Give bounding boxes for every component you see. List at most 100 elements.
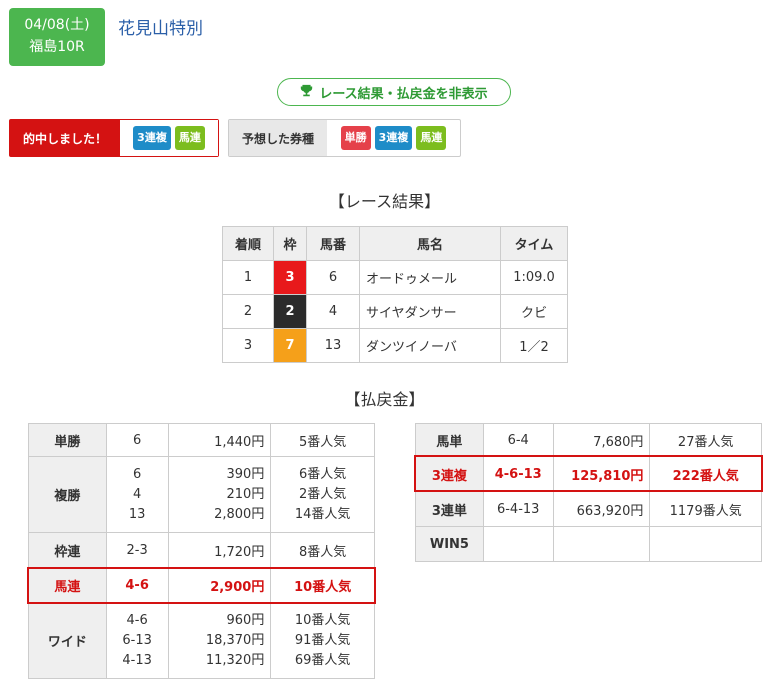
payout-row-win5: WIN5 xyxy=(415,526,762,562)
payout-combo: 4 xyxy=(133,486,142,502)
payout-combo: 6 xyxy=(133,466,142,482)
waku-badge: 3 xyxy=(273,260,307,295)
payout-row-umatan: 馬単 6-4 7,680円 27番人気 xyxy=(415,423,762,457)
bet-type-label: ワイド xyxy=(28,602,107,679)
payout-amount: 2,800円 xyxy=(214,506,265,522)
horse-name: サイヤダンサー xyxy=(359,294,501,329)
hit-summary: 的中しました！ 3連複 馬連 xyxy=(9,119,219,157)
result-header-waku: 枠 xyxy=(273,226,307,261)
payout-heading: 【払戻金】 xyxy=(344,390,425,409)
payout-popularity: 222番人気 xyxy=(649,456,762,492)
waku-badge: 7 xyxy=(273,328,307,363)
result-position: 1 xyxy=(222,260,274,295)
predicted-tag-tansho: 単勝 xyxy=(340,126,371,150)
race-time: クビ xyxy=(500,294,568,329)
bet-type-label: 枠連 xyxy=(28,532,107,568)
payout-amount: 1,720円 xyxy=(167,532,272,568)
payout-row-wide: ワイド 4-6 6-13 4-13 960円 18,370円 11,320円 1… xyxy=(28,602,375,679)
race-result-heading: 【レース結果】 xyxy=(328,192,441,211)
payout-combo: 13 xyxy=(128,506,146,522)
result-position: 3 xyxy=(222,328,274,363)
payout-amount: 663,920円 xyxy=(552,491,651,527)
payout-combo: 4-13 xyxy=(122,652,152,668)
payout-combo: 6-13 xyxy=(122,632,152,648)
hide-results-toggle-button[interactable]: レース結果・払戻金を非表示 xyxy=(277,78,511,106)
payout-amount: 1,440円 xyxy=(167,423,272,457)
payout-combo: 6-4 xyxy=(482,423,554,457)
race-time: 1／2 xyxy=(500,328,568,363)
bet-type-label: 複勝 xyxy=(28,456,107,533)
payout-popularity: 14番人気 xyxy=(294,506,351,522)
payout-popularity: 69番人気 xyxy=(294,652,351,668)
payout-popularity: 5番人気 xyxy=(270,423,375,457)
predicted-tag-umaren: 馬連 xyxy=(416,126,447,150)
table-row: 1 3 6 オードゥメール 1:09.0 xyxy=(222,260,568,295)
bet-type-label: 馬単 xyxy=(415,423,484,457)
predicted-label: 予想した券種 xyxy=(229,120,327,156)
payout-row-tansho: 単勝 6 1,440円 5番人気 xyxy=(28,423,375,457)
horse-number: 13 xyxy=(306,328,360,363)
payout-popularity: 10番人気 xyxy=(294,612,351,628)
race-date: 04/08(土) xyxy=(24,17,90,33)
payout-popularity: 1179番人気 xyxy=(649,491,762,527)
hit-tag-sanrenpuku: 3連複 xyxy=(133,126,171,150)
payout-amount: 960円 xyxy=(226,612,265,628)
payout-popularity: 2番人気 xyxy=(299,486,347,502)
payout-row-umaren: 馬連 4-6 2,900円 10番人気 xyxy=(28,567,375,603)
horse-number: 6 xyxy=(306,260,360,295)
payout-popularity: 6番人気 xyxy=(299,466,347,482)
race-venue-number: 福島10R xyxy=(29,39,85,55)
payout-amount: 210円 xyxy=(226,486,265,502)
payout-popularity xyxy=(649,526,762,562)
payout-combo: 6-4-13 xyxy=(482,491,554,527)
hit-tag-umaren: 馬連 xyxy=(174,126,205,150)
result-header-number: 馬番 xyxy=(306,226,360,261)
payout-table-right: 馬単 6-4 7,680円 27番人気 3連複 4-6-13 125,810円 … xyxy=(415,423,762,562)
bet-type-label: 単勝 xyxy=(28,423,107,457)
payout-amount: 2,900円 xyxy=(167,567,272,603)
race-name: 花見山特別 xyxy=(118,19,203,39)
result-position: 2 xyxy=(222,294,274,329)
payout-row-sanrentan: 3連単 6-4-13 663,920円 1179番人気 xyxy=(415,491,762,527)
payout-row-fukusho: 複勝 6 4 13 390円 210円 2,800円 6番人気 2番人気 14番… xyxy=(28,456,375,533)
predicted-tag-sanrenpuku: 3連複 xyxy=(374,126,413,150)
payout-combo xyxy=(482,526,554,562)
result-header-horse-name: 馬名 xyxy=(359,226,501,261)
payout-row-wakuren: 枠連 2-3 1,720円 8番人気 xyxy=(28,532,375,568)
payout-popularity: 27番人気 xyxy=(649,423,762,457)
payout-combo: 4-6 xyxy=(126,612,148,628)
payout-amount: 18,370円 xyxy=(205,632,265,648)
payout-popularity: 8番人気 xyxy=(270,532,375,568)
horse-name: ダンツイノーバ xyxy=(359,328,501,363)
hit-label: 的中しました！ xyxy=(10,120,120,156)
payout-amount: 11,320円 xyxy=(205,652,265,668)
payout-amount: 7,680円 xyxy=(552,423,651,457)
table-row: 2 2 4 サイヤダンサー クビ xyxy=(222,294,568,329)
payout-popularity: 10番人気 xyxy=(270,567,375,603)
payout-table-left: 単勝 6 1,440円 5番人気 複勝 6 4 13 390円 210円 2,8… xyxy=(28,423,375,679)
payout-amount: 390円 xyxy=(226,466,265,482)
trophy-icon xyxy=(300,84,313,101)
payout-combo: 2-3 xyxy=(105,532,169,568)
table-row: 3 7 13 ダンツイノーバ 1／2 xyxy=(222,328,568,363)
bet-type-label: 3連単 xyxy=(415,491,484,527)
payout-amount xyxy=(552,526,651,562)
waku-badge: 2 xyxy=(273,294,307,329)
payout-combo: 6 xyxy=(105,423,169,457)
payout-combo: 4-6-13 xyxy=(482,456,554,492)
hide-results-toggle-label: レース結果・払戻金を非表示 xyxy=(319,86,488,102)
race-time: 1:09.0 xyxy=(500,260,568,295)
payout-popularity: 91番人気 xyxy=(294,632,351,648)
bet-type-label: 3連複 xyxy=(415,456,484,492)
result-header-position: 着順 xyxy=(222,226,274,261)
race-date-badge: 04/08(土) 福島10R xyxy=(9,8,105,66)
horse-number: 4 xyxy=(306,294,360,329)
result-header-time: タイム xyxy=(500,226,568,261)
race-result-table: 着順 枠 馬番 馬名 タイム 1 3 6 オードゥメール 1:09.0 2 2 … xyxy=(222,226,568,363)
payout-combo: 4-6 xyxy=(105,567,169,603)
predicted-bet-types: 予想した券種 単勝 3連複 馬連 xyxy=(228,119,461,157)
payout-amount: 125,810円 xyxy=(552,456,651,492)
bet-type-label: WIN5 xyxy=(415,526,484,562)
horse-name: オードゥメール xyxy=(359,260,501,295)
bet-type-label: 馬連 xyxy=(28,567,107,603)
